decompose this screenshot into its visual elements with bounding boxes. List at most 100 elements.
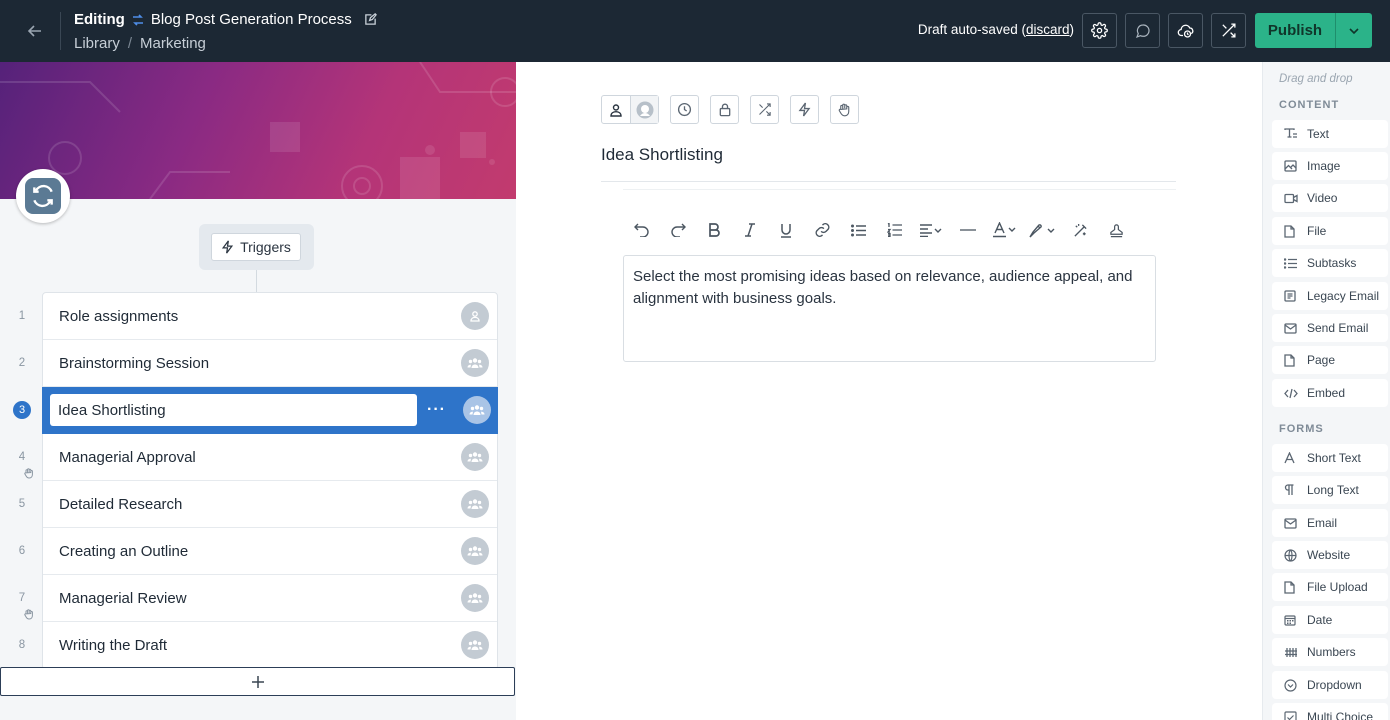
assignees-toggle[interactable]	[601, 95, 659, 124]
clear-format-icon[interactable]	[1062, 219, 1098, 241]
palette-item-website[interactable]: Website	[1272, 541, 1388, 569]
group-icon[interactable]	[463, 396, 491, 424]
step-row[interactable]: 8 Writing the Draft	[19, 622, 497, 669]
settings-button[interactable]	[1082, 13, 1117, 48]
step-number: 3	[1, 401, 43, 419]
palette-item-send-email[interactable]: Send Email	[1272, 314, 1388, 342]
palette-item-short-text[interactable]: Short Text	[1272, 444, 1388, 472]
connector-line	[256, 270, 257, 292]
envelope-icon	[1284, 322, 1306, 334]
discard-link[interactable]: discard	[1026, 22, 1070, 37]
clock-icon	[677, 102, 692, 117]
step-row[interactable]: 4 Managerial Approval	[19, 434, 497, 481]
step-row[interactable]: 5 Detailed Research	[19, 481, 497, 528]
drag-hand-icon[interactable]	[23, 467, 35, 482]
shuffle-icon	[757, 102, 772, 117]
palette-item-embed[interactable]: Embed	[1272, 379, 1388, 407]
step-row-active[interactable]: 3 Idea Shortlisting ···	[13, 387, 498, 434]
stamp-icon[interactable]	[1098, 219, 1134, 241]
undo-icon[interactable]	[624, 219, 660, 241]
automations-button[interactable]	[790, 95, 819, 124]
step-description-editor[interactable]: Select the most promising ideas based on…	[623, 255, 1156, 362]
palette-item-video[interactable]: Video	[1272, 184, 1388, 212]
palette-item-subtasks[interactable]: Subtasks	[1272, 249, 1388, 277]
multi-choice-icon	[1284, 710, 1306, 720]
paragraph-icon	[1284, 484, 1306, 496]
group-icon[interactable]	[461, 349, 489, 377]
version-history-button[interactable]	[1168, 13, 1203, 48]
palette-item-file-upload[interactable]: File Upload	[1272, 573, 1388, 601]
more-options-icon[interactable]: ···	[427, 401, 446, 419]
shuffle-button[interactable]	[1211, 13, 1246, 48]
conditional-logic-button[interactable]	[750, 95, 779, 124]
step-name: Brainstorming Session	[59, 354, 210, 372]
user-icon[interactable]	[602, 96, 630, 123]
breadcrumb-marketing[interactable]: Marketing	[140, 35, 206, 52]
link-icon[interactable]	[804, 219, 840, 241]
workflow-banner-image	[0, 62, 516, 199]
back-arrow-icon[interactable]	[22, 18, 48, 44]
group-icon[interactable]	[461, 443, 489, 471]
align-dropdown-icon[interactable]	[912, 219, 950, 241]
bold-icon[interactable]	[696, 219, 732, 241]
step-row[interactable]: 1 Role assignments	[19, 293, 497, 340]
text-color-dropdown-icon[interactable]	[986, 219, 1024, 241]
workflow-steps-panel: Triggers 1 Role assignments 2 Brainstorm…	[0, 62, 516, 720]
palette-item-date[interactable]: Date	[1272, 606, 1388, 634]
gear-icon	[1091, 22, 1108, 39]
guest-avatar-icon[interactable]	[630, 96, 658, 123]
breadcrumb: Library / Marketing	[74, 35, 206, 52]
palette-item-image[interactable]: Image	[1272, 152, 1388, 180]
horizontal-rule-icon[interactable]	[950, 219, 986, 241]
comments-button[interactable]	[1125, 13, 1160, 48]
drag-hand-icon[interactable]	[23, 608, 35, 623]
triggers-button[interactable]: Triggers	[211, 233, 301, 261]
edit-title-icon[interactable]	[364, 13, 377, 26]
publish-label[interactable]: Publish	[1255, 13, 1335, 48]
group-icon[interactable]	[461, 584, 489, 612]
step-number: 8	[18, 639, 26, 651]
step-row[interactable]: 7 Managerial Review	[19, 575, 497, 622]
palette-item-email[interactable]: Email	[1272, 509, 1388, 537]
lightning-icon	[798, 102, 811, 117]
add-step-button[interactable]	[0, 667, 515, 696]
rich-text-toolbar	[624, 219, 1134, 241]
step-row[interactable]: 2 Brainstorming Session	[19, 340, 497, 387]
step-editor: Idea Shortlisting Select the most promis…	[516, 62, 1262, 720]
highlight-dropdown-icon[interactable]	[1024, 219, 1062, 241]
palette-item-file[interactable]: File	[1272, 217, 1388, 245]
bullet-list-icon[interactable]	[840, 219, 876, 241]
palette-item-long-text[interactable]: Long Text	[1272, 476, 1388, 504]
palette-item-legacy-email[interactable]: Legacy Email	[1272, 282, 1388, 310]
forms-section-heading: FORMS	[1279, 423, 1324, 435]
draft-status: Draft auto-saved (discard)	[917, 22, 1074, 37]
numbered-list-icon[interactable]	[876, 219, 912, 241]
group-icon[interactable]	[461, 490, 489, 518]
underline-icon[interactable]	[768, 219, 804, 241]
palette-item-page[interactable]: Page	[1272, 346, 1388, 374]
due-date-button[interactable]	[670, 95, 699, 124]
lock-icon	[718, 102, 732, 117]
group-icon[interactable]	[461, 631, 489, 659]
palette-item-multi-choice[interactable]: Multi Choice	[1272, 703, 1388, 720]
file-icon	[1284, 580, 1306, 594]
shuffle-icon	[1220, 22, 1237, 39]
step-row[interactable]: 6 Creating an Outline	[19, 528, 497, 575]
step-name-input[interactable]: Idea Shortlisting	[50, 394, 417, 426]
triggers-label: Triggers	[240, 239, 291, 255]
publish-options-chevron-icon[interactable]	[1335, 13, 1372, 48]
permissions-button[interactable]	[710, 95, 739, 124]
user-icon[interactable]	[461, 302, 489, 330]
task-title[interactable]: Idea Shortlisting	[601, 145, 723, 165]
italic-icon[interactable]	[732, 219, 768, 241]
palette-item-text[interactable]: Text	[1272, 120, 1388, 148]
palette-item-numbers[interactable]: Numbers	[1272, 638, 1388, 666]
redo-icon[interactable]	[660, 219, 696, 241]
group-icon[interactable]	[461, 537, 489, 565]
stop-task-button[interactable]	[830, 95, 859, 124]
draft-status-text: Draft auto-saved	[917, 22, 1018, 37]
breadcrumb-library[interactable]: Library	[74, 35, 120, 52]
palette-item-dropdown[interactable]: Dropdown	[1272, 671, 1388, 699]
publish-button[interactable]: Publish	[1255, 13, 1372, 48]
step-number: 7	[1, 592, 43, 620]
